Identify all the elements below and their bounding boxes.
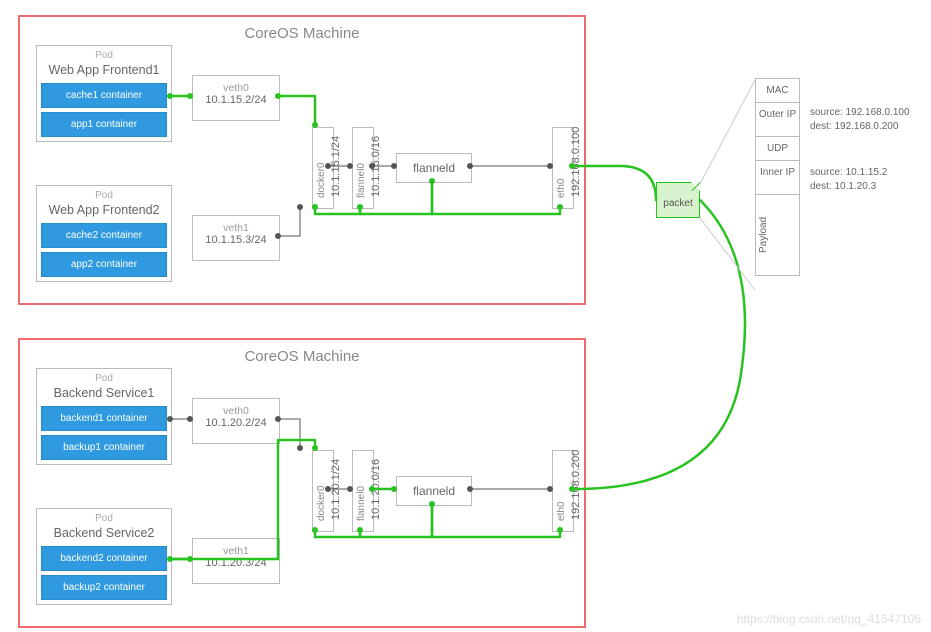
- inner-src: source: 10.1.15.2: [810, 167, 887, 178]
- veth1-m1-ip: 10.1.15.3/24: [193, 234, 279, 246]
- watermark: https://blog.csdn.net/qq_41547105: [737, 612, 921, 626]
- veth0-m1: veth0 10.1.15.2/24: [192, 75, 280, 121]
- flannel0-m2-ip: 10.1.20.0/16: [370, 459, 382, 520]
- pod-frontend1: Pod Web App Frontend1 cache1 container a…: [36, 45, 172, 142]
- inner-dst: dest: 10.1.20.3: [810, 181, 876, 192]
- eth0-m1-ip: 192.168.0.100: [570, 127, 582, 197]
- pod-label: Pod: [41, 513, 167, 524]
- veth0-m2: veth0 10.1.20.2/24: [192, 398, 280, 444]
- veth0-m1-ip: 10.1.15.2/24: [193, 94, 279, 106]
- veth1-m2: veth1 10.1.20.3/24: [192, 538, 280, 584]
- flannel0-m2-label: flannel0: [356, 486, 367, 521]
- docker0-m1-label: docker0: [316, 162, 327, 198]
- pod-frontend2: Pod Web App Frontend2 cache2 container a…: [36, 185, 172, 282]
- row-mac: MAC: [756, 79, 799, 103]
- machine-1: CoreOS Machine Pod Web App Frontend1 cac…: [18, 15, 586, 305]
- outer-ip-desc: source: 192.168.0.100 dest: 192.168.0.20…: [810, 106, 910, 134]
- pod-label: Pod: [41, 50, 167, 61]
- row-payload: Payload: [756, 195, 771, 275]
- eth0-m1: eth0 192.168.0.100: [552, 127, 574, 209]
- veth0-m2-ip: 10.1.20.2/24: [193, 417, 279, 429]
- docker0-m1: docker0 10.1.15.1/24: [312, 127, 334, 209]
- veth1-m2-ip: 10.1.20.3/24: [193, 557, 279, 569]
- packet-detail: MAC Outer IP UDP Inner IP Payload: [755, 78, 800, 276]
- pod-backend1: Pod Backend Service1 backend1 container …: [36, 368, 172, 465]
- veth0-m1-name: veth0: [193, 82, 279, 94]
- cache2-container: cache2 container: [41, 223, 167, 248]
- machine-2-title: CoreOS Machine: [20, 348, 584, 365]
- eth0-m2: eth0 192.168.0.200: [552, 450, 574, 532]
- pod-frontend2-name: Web App Frontend2: [41, 203, 167, 217]
- row-udp: UDP: [756, 137, 799, 161]
- pod-label: Pod: [41, 373, 167, 384]
- pod-label: Pod: [41, 190, 167, 201]
- veth1-m1: veth1 10.1.15.3/24: [192, 215, 280, 261]
- eth0-m2-ip: 192.168.0.200: [570, 450, 582, 520]
- row-inner-ip: Inner IP: [756, 161, 799, 195]
- outer-src: source: 192.168.0.100: [810, 107, 910, 118]
- outer-dst: dest: 192.168.0.200: [810, 121, 898, 132]
- backend2-container: backend2 container: [41, 546, 167, 571]
- veth1-m2-name: veth1: [193, 545, 279, 557]
- veth0-m2-name: veth0: [193, 405, 279, 417]
- docker0-m2-ip: 10.1.20.1/24: [330, 459, 342, 520]
- pod-backend2: Pod Backend Service2 backend2 container …: [36, 508, 172, 605]
- cache1-container: cache1 container: [41, 83, 167, 108]
- veth1-m1-name: veth1: [193, 222, 279, 234]
- backend1-container: backend1 container: [41, 406, 167, 431]
- machine-2: CoreOS Machine Pod Backend Service1 back…: [18, 338, 586, 628]
- docker0-m2: docker0 10.1.20.1/24: [312, 450, 334, 532]
- flanneld-m2: flanneld: [396, 476, 472, 506]
- docker0-m2-label: docker0: [316, 485, 327, 521]
- pod-backend2-name: Backend Service2: [41, 526, 167, 540]
- row-outer-ip: Outer IP: [756, 103, 799, 137]
- eth0-m2-label: eth0: [556, 502, 567, 521]
- flanneld-m1: flanneld: [396, 153, 472, 183]
- backup1-container: backup1 container: [41, 435, 167, 460]
- flannel0-m1: flannel0 10.1.15.0/16: [352, 127, 374, 209]
- app2-container: app2 container: [41, 252, 167, 277]
- packet-box: packet: [656, 182, 700, 218]
- pod-backend1-name: Backend Service1: [41, 386, 167, 400]
- packet-label: packet: [663, 198, 692, 209]
- inner-ip-desc: source: 10.1.15.2 dest: 10.1.20.3: [810, 166, 887, 194]
- pod-frontend1-name: Web App Frontend1: [41, 63, 167, 77]
- flannel0-m1-ip: 10.1.15.0/16: [370, 136, 382, 197]
- app1-container: app1 container: [41, 112, 167, 137]
- machine-1-title: CoreOS Machine: [20, 25, 584, 42]
- backup2-container: backup2 container: [41, 575, 167, 600]
- flannel0-m2: flannel0 10.1.20.0/16: [352, 450, 374, 532]
- docker0-m1-ip: 10.1.15.1/24: [330, 136, 342, 197]
- eth0-m1-label: eth0: [556, 179, 567, 198]
- flannel0-m1-label: flannel0: [356, 163, 367, 198]
